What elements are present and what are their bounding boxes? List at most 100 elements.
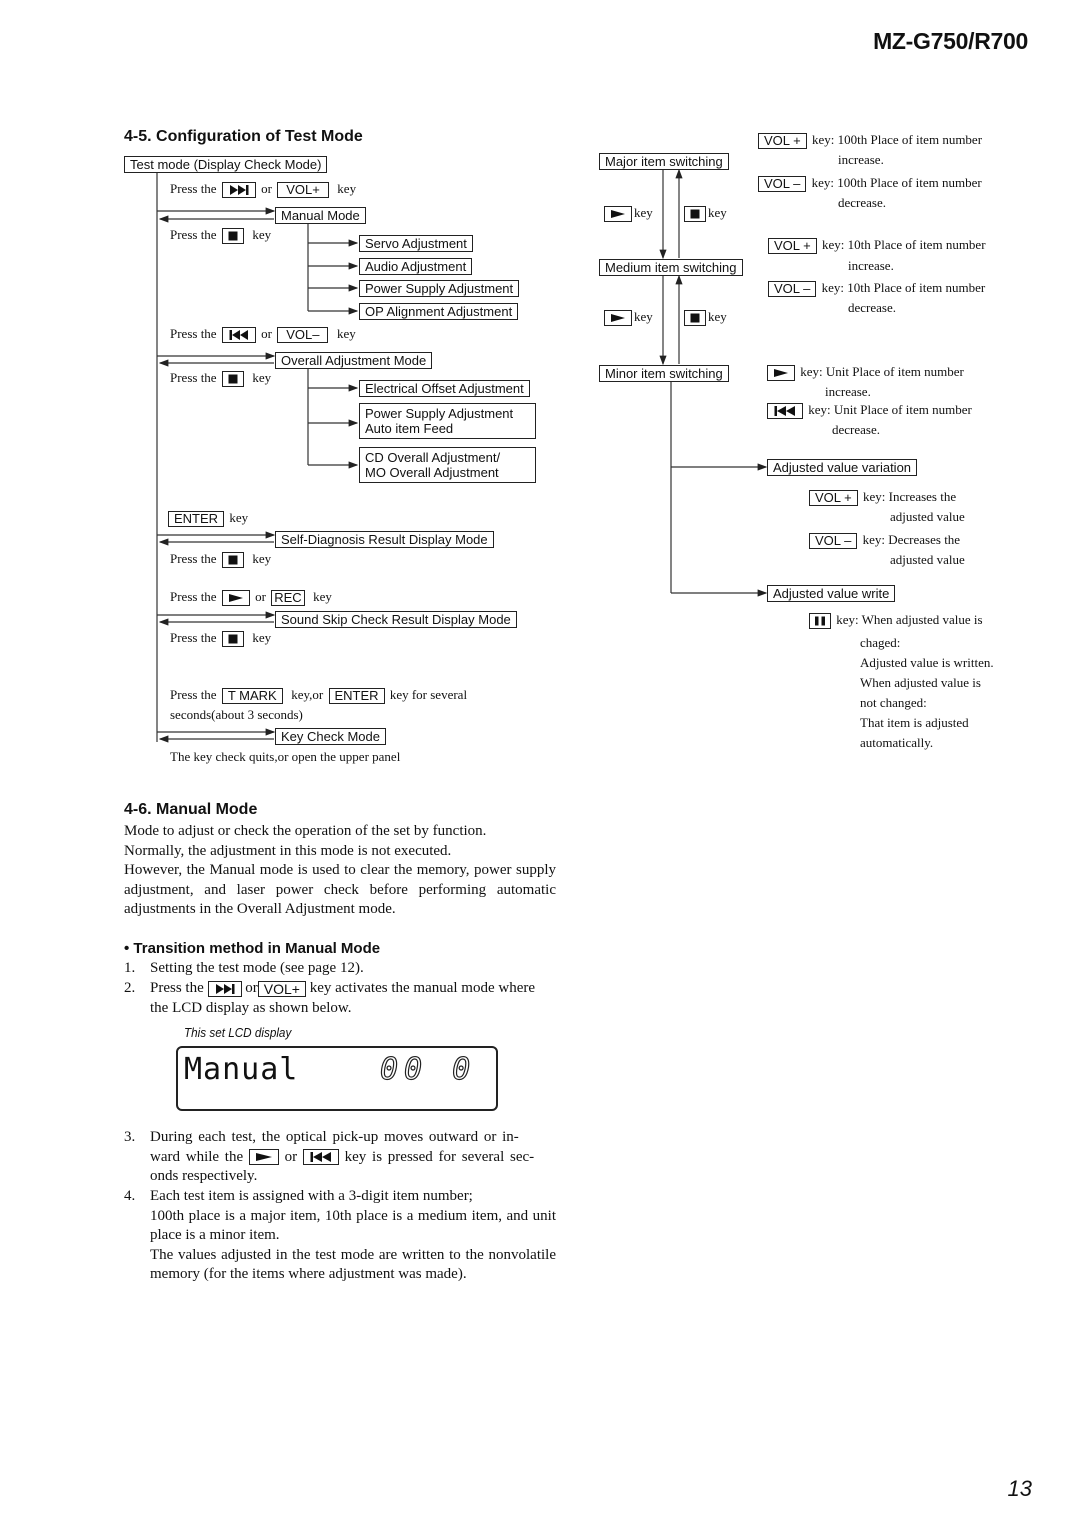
note-write-pause: key: When adjusted value is xyxy=(809,612,983,630)
key-label: key xyxy=(252,227,272,242)
key-label: key xyxy=(252,630,272,645)
prev-track-icon xyxy=(767,403,803,420)
press-the-label: Press the xyxy=(170,227,217,242)
major-down-key: key xyxy=(604,205,653,223)
key-label: key xyxy=(313,589,332,604)
bullet: • xyxy=(124,940,134,957)
step-number: 4. xyxy=(124,1188,136,1204)
lcd-digits: 00 0 xyxy=(379,1051,477,1087)
note-write-details: chaged: Adjusted value is written. When … xyxy=(860,633,994,753)
power-supply-adjustment-box: Power Supply Adjustment xyxy=(359,280,520,297)
box-line: MO Overall Adjustment xyxy=(365,465,499,480)
major-item-switching-box: Major item switching xyxy=(599,153,729,170)
manual-mode-box: Manual Mode xyxy=(275,207,366,224)
step-line: ward while the or key is pressed for sev… xyxy=(150,1148,556,1168)
or-label: or xyxy=(284,1148,298,1165)
stop-icon xyxy=(684,206,706,223)
page-number: 13 xyxy=(1007,1476,1032,1501)
key-label: key xyxy=(634,309,653,324)
vol-minus-key: VOL – xyxy=(809,533,858,550)
note-medium-vol-plus: VOL + key: 10th Place of item number xyxy=(768,237,986,255)
medium-down-key: key xyxy=(604,309,653,327)
vol-plus-key: VOL + xyxy=(809,490,858,507)
note-major-decrease: decrease. xyxy=(838,195,886,210)
vol-minus-key: VOL– xyxy=(277,327,329,344)
stop-icon xyxy=(221,631,244,648)
t-mark-key: T MARK xyxy=(221,688,283,705)
key-for-several-label: key for several xyxy=(389,687,468,702)
note-medium-increase: increase. xyxy=(848,258,894,273)
note-line: When adjusted value is xyxy=(860,675,981,690)
self-diag-return-instruction: Press the key xyxy=(170,551,272,569)
prev-track-icon xyxy=(302,1149,339,1166)
step-text: key activates the manual mode where xyxy=(309,980,536,996)
key-label: key xyxy=(337,181,357,196)
next-track-icon xyxy=(207,980,242,997)
play-icon xyxy=(767,365,795,382)
enter-key: ENTER xyxy=(328,688,385,705)
play-icon xyxy=(248,1149,279,1166)
enter-key: ENTER xyxy=(168,511,225,528)
box-line: Auto item Feed xyxy=(365,421,454,436)
key-check-quit-note: The key check quits,or open the upper pa… xyxy=(170,749,401,764)
overall-return-instruction: Press the key xyxy=(170,370,272,388)
press-the-label: Press the xyxy=(170,326,217,341)
note-line: automatically. xyxy=(860,735,934,750)
sound-skip-result-box: Sound Skip Check Result Display Mode xyxy=(275,611,517,628)
minor-item-switching-box: Minor item switching xyxy=(599,365,729,382)
lcd-text: Manual xyxy=(184,1052,299,1087)
sound-skip-return-instruction: Press the key xyxy=(170,630,272,648)
key-label: key xyxy=(252,370,272,385)
section-4-6-title: 4-6. Manual Mode xyxy=(124,801,258,818)
or-label: or xyxy=(261,181,272,196)
adjusted-value-variation-box: Adjusted value variation xyxy=(767,459,918,476)
note-text: key: Increases the xyxy=(862,489,957,504)
press-the-label: Press the xyxy=(170,181,217,196)
step-text: 100th place is a major item, 10th place … xyxy=(150,1207,556,1244)
manual-instruction: Press the or VOL+ key xyxy=(170,181,357,199)
box-line: CD Overall Adjustment/ xyxy=(365,450,501,465)
key-label: key xyxy=(229,510,249,525)
note-text: key: 10th Place of item number xyxy=(821,280,986,295)
heading-text: Transition method in Manual Mode xyxy=(133,940,381,957)
paragraph-line: However, the Manual mode is used to clea… xyxy=(124,862,556,918)
step-number: 3. xyxy=(124,1129,136,1145)
note-minor-increase: increase. xyxy=(825,384,871,399)
power-supply-auto-feed-box: Power Supply Adjustment Auto item Feed xyxy=(359,403,536,439)
note-medium-vol-minus: VOL – key: 10th Place of item number xyxy=(768,280,986,298)
or-label: or xyxy=(245,980,258,996)
note-line: not changed: xyxy=(860,695,927,710)
key-label: key xyxy=(708,309,727,324)
vol-minus-key: VOL – xyxy=(768,281,817,298)
step-text: During each test, the optical pick-up mo… xyxy=(150,1129,519,1145)
key-label: key xyxy=(336,326,356,341)
press-the-label: Press the xyxy=(170,551,217,566)
step-text: Setting the test mode (see page 12). xyxy=(150,960,364,976)
step-number: 2. xyxy=(124,980,136,996)
note-text: key: When adjusted value is xyxy=(836,612,983,627)
note-major-vol-minus: VOL – key: 100th Place of item number xyxy=(758,175,982,193)
vol-plus-key: VOL+ xyxy=(257,980,306,997)
paragraph-line: Normally, the adjustment in this mode is… xyxy=(124,842,452,859)
overall-adjustment-mode-box: Overall Adjustment Mode xyxy=(275,352,433,369)
audio-adjustment-box: Audio Adjustment xyxy=(359,258,473,275)
rec-key: REC xyxy=(271,590,305,607)
paragraph-line: Mode to adjust or check the operation of… xyxy=(124,823,487,839)
key-check-instruction: Press the T MARK key,or ENTER key for se… xyxy=(170,687,468,705)
press-the-label: Press the xyxy=(170,630,217,645)
key-label: key xyxy=(634,205,653,220)
note-variation-decrease: adjusted value xyxy=(890,552,965,567)
key-or-label: key,or xyxy=(291,687,324,702)
note-minor-prev: key: Unit Place of item number xyxy=(767,402,972,420)
note-text: key: 10th Place of item number xyxy=(821,237,986,252)
vol-plus-key: VOL + xyxy=(758,133,807,150)
pause-icon xyxy=(809,613,831,630)
key-label: key xyxy=(252,551,272,566)
step-text: Each test item is assigned with a 3-digi… xyxy=(150,1188,473,1204)
step-number: 1. xyxy=(124,960,136,976)
note-major-vol-plus: VOL + key: 100th Place of item number xyxy=(758,132,982,150)
medium-item-switching-box: Medium item switching xyxy=(599,259,743,276)
stop-icon xyxy=(221,228,244,245)
box-line: Power Supply Adjustment xyxy=(365,406,514,421)
note-text: key: 100th Place of item number xyxy=(811,175,982,190)
